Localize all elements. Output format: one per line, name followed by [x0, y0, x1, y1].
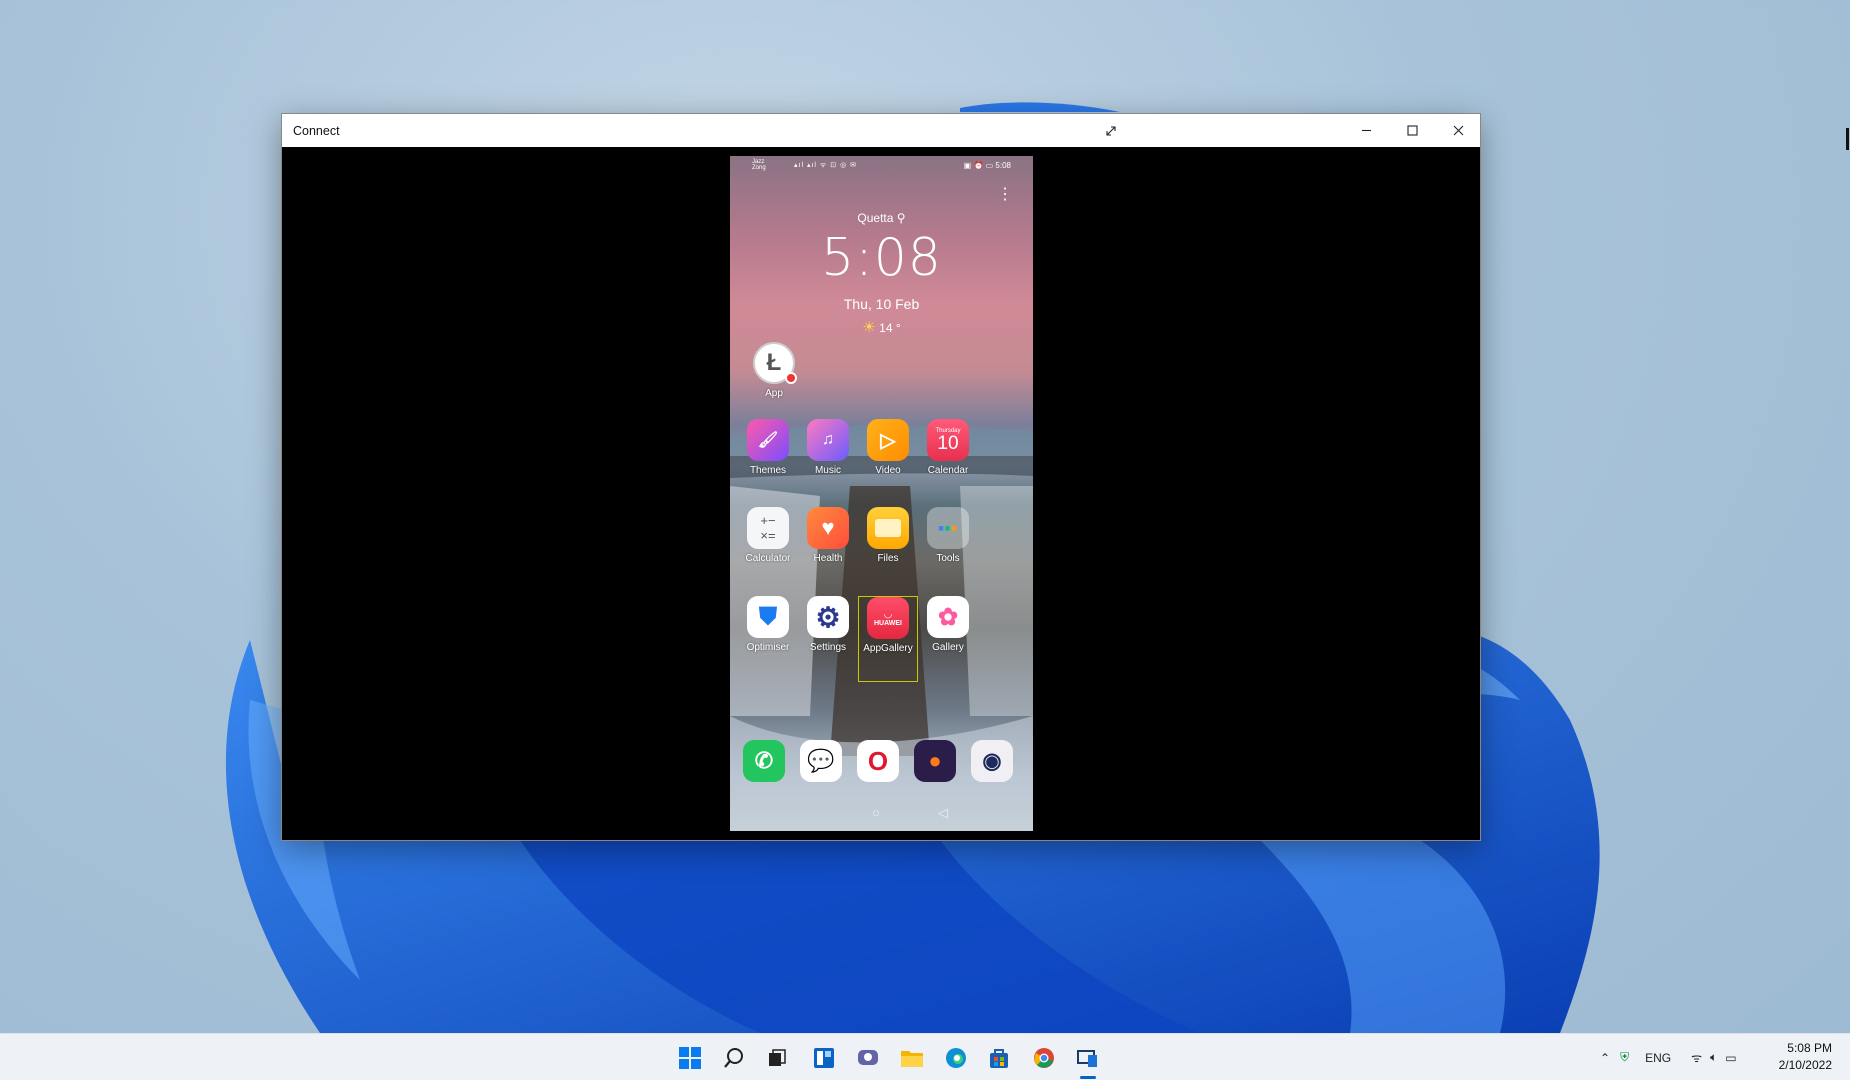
phone-nav-bar: ○ ◁: [730, 805, 1033, 825]
chrome-button[interactable]: [1028, 1042, 1060, 1074]
gear-icon: ⚙: [807, 596, 849, 638]
expand-icon: [1106, 125, 1116, 136]
lockscreen-time: 5:08: [821, 228, 942, 288]
lockscreen-location: Quetta ⚲: [857, 211, 906, 225]
close-button[interactable]: [1435, 114, 1481, 147]
calculator-icon: +− ×=: [747, 507, 789, 549]
window-title: Connect: [293, 123, 340, 138]
app-shortcut[interactable]: Ł App: [744, 342, 804, 399]
dock-camera[interactable]: ◉: [962, 740, 1022, 782]
opera-icon: O: [857, 740, 899, 782]
volume-icon[interactable]: 🔈︎: [1710, 1050, 1717, 1065]
connect-window[interactable]: Connect Jazz Zong ▴ıl ▴ıl ᯤ ⊡ ◎ ✉ ▣ ⏰ ▭ …: [281, 113, 1481, 841]
phone-screen[interactable]: Jazz Zong ▴ıl ▴ıl ᯤ ⊡ ◎ ✉ ▣ ⏰ ▭ 5:08 ⋮ Q…: [730, 156, 1033, 831]
lockscreen-weather: ☀ 14 °: [730, 318, 1033, 336]
location-pin-icon: ⚲: [896, 211, 906, 225]
mouse-cursor: [1846, 128, 1849, 150]
start-icon: [679, 1047, 701, 1069]
taskbar-clock[interactable]: 5:08 PM 2/10/2022: [1779, 1040, 1832, 1074]
firefox-icon: ●: [914, 740, 956, 782]
app-calendar[interactable]: Thursday 10 Calendar: [918, 419, 978, 476]
search-button[interactable]: [718, 1042, 750, 1074]
widgets-icon: [814, 1048, 834, 1068]
edge-button[interactable]: [940, 1042, 972, 1074]
maximize-button[interactable]: [1389, 114, 1435, 147]
tools-folder-icon: ■ ■ ■: [927, 507, 969, 549]
store-icon: [990, 1049, 1008, 1068]
chat-icon: [858, 1050, 878, 1065]
calendar-icon: Thursday 10: [927, 419, 969, 461]
messages-icon: 💬: [800, 740, 842, 782]
app-appgallery[interactable]: ◡ HUAWEI AppGallery: [858, 596, 918, 682]
window-titlebar[interactable]: Connect: [282, 114, 1480, 147]
app-settings[interactable]: ⚙ Settings: [798, 596, 858, 653]
carrier-2: Zong: [752, 165, 766, 171]
task-view-icon: [769, 1049, 786, 1066]
app-gallery[interactable]: ✿ Gallery: [918, 596, 978, 653]
language-indicator[interactable]: ENG: [1645, 1051, 1671, 1065]
show-hidden-icons-icon[interactable]: ⌃: [1600, 1051, 1610, 1065]
minimize-icon: [1361, 129, 1371, 132]
phone-icon: ✆: [743, 740, 785, 782]
app-health[interactable]: ♥ Health: [798, 507, 858, 564]
active-app-indicator: [1080, 1076, 1096, 1079]
start-button[interactable]: [674, 1042, 706, 1074]
phone-status-bar: Jazz Zong ▴ıl ▴ıl ᯤ ⊡ ◎ ✉ ▣ ⏰ ▭ 5:08: [730, 156, 1033, 176]
back-nav-icon[interactable]: ◁: [938, 805, 948, 821]
health-icon: ♥: [807, 507, 849, 549]
maximize-icon: [1406, 125, 1418, 136]
security-icon[interactable]: ⛨: [1620, 1050, 1629, 1065]
home-nav-icon[interactable]: ○: [872, 805, 880, 820]
camera-icon: ◉: [971, 740, 1013, 782]
chat-button[interactable]: [852, 1042, 884, 1074]
widgets-button[interactable]: [808, 1042, 840, 1074]
status-right: ▣ ⏰ ▭ 5:08: [963, 161, 1011, 170]
themes-icon: 🖌: [747, 419, 789, 461]
file-explorer-icon: [901, 1051, 923, 1067]
appgallery-icon: ◡ HUAWEI: [867, 597, 909, 639]
chrome-icon: [1034, 1048, 1054, 1068]
task-view-button[interactable]: [761, 1042, 793, 1074]
dock-opera[interactable]: O: [848, 740, 908, 782]
files-icon: [867, 507, 909, 549]
app-themes[interactable]: 🖌 Themes: [738, 419, 798, 476]
edge-icon: [946, 1048, 966, 1068]
weather-temperature: 14 °: [879, 321, 901, 335]
connect-button[interactable]: [1072, 1042, 1104, 1074]
app-files[interactable]: Files: [858, 507, 918, 564]
system-tray: ⌃ ⛨ ENG ᯤ 🔈︎ ▭: [1600, 1034, 1737, 1080]
litecoin-icon: Ł: [753, 342, 797, 384]
gallery-flower-icon: ✿: [927, 596, 969, 638]
search-icon: [724, 1048, 743, 1068]
close-icon: [1453, 125, 1463, 136]
connect-icon: [1077, 1050, 1097, 1067]
minimize-button[interactable]: [1343, 114, 1389, 147]
expand-button[interactable]: [1088, 114, 1134, 147]
taskbar-time: 5:08 PM: [1787, 1041, 1832, 1055]
app-calculator[interactable]: +− ×= Calculator: [738, 507, 798, 564]
dock-phone[interactable]: ✆: [734, 740, 794, 782]
app-optimiser[interactable]: ⛊ Optimiser: [738, 596, 798, 653]
status-indicators: ▴ıl ▴ıl ᯤ ⊡ ◎ ✉: [794, 162, 857, 169]
sun-icon: ☀: [862, 319, 876, 336]
video-icon: ▷: [867, 419, 909, 461]
dock-firefox[interactable]: ●: [905, 740, 965, 782]
dock-messages[interactable]: 💬: [791, 740, 851, 782]
file-explorer-button[interactable]: [896, 1042, 928, 1074]
battery-icon[interactable]: ▭: [1725, 1051, 1736, 1065]
shield-icon: ⛊: [747, 596, 789, 638]
taskbar: ⌃ ⛨ ENG ᯤ 🔈︎ ▭ 5:08 PM 2/10/2022: [0, 1033, 1850, 1080]
store-button[interactable]: [983, 1042, 1015, 1074]
lockscreen-date: Thu, 10 Feb: [843, 296, 920, 312]
music-icon: ♫: [807, 419, 849, 461]
app-tools[interactable]: ■ ■ ■ Tools: [918, 507, 978, 564]
taskbar-date: 2/10/2022: [1778, 1058, 1832, 1072]
app-music[interactable]: ♫ Music: [798, 419, 858, 476]
wifi-icon[interactable]: ᯤ: [1691, 1049, 1702, 1066]
more-options-icon[interactable]: ⋮: [997, 187, 1013, 203]
app-video[interactable]: ▷ Video: [858, 419, 918, 476]
